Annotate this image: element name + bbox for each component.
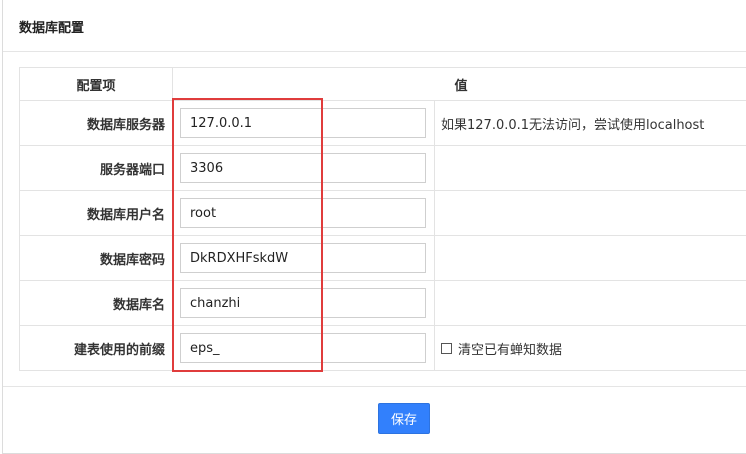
table-row-db-user: 数据库用户名 bbox=[19, 190, 746, 236]
footer-divider bbox=[3, 386, 746, 387]
table-row-table-prefix: 建表使用的前缀 清空已有蝉知数据 bbox=[19, 325, 746, 371]
table-prefix-input[interactable] bbox=[180, 333, 426, 363]
header-config-item: 配置项 bbox=[19, 67, 173, 101]
clear-data-cell: 清空已有蝉知数据 bbox=[433, 325, 746, 371]
db-user-hint bbox=[433, 190, 746, 236]
db-password-label: 数据库密码 bbox=[19, 235, 173, 281]
db-user-input[interactable] bbox=[180, 198, 426, 228]
db-host-label: 数据库服务器 bbox=[19, 100, 173, 146]
config-table: 配置项 值 数据库服务器 如果127.0.0.1无法访问，尝试使用localho… bbox=[19, 67, 746, 371]
table-row-db-name: 数据库名 bbox=[19, 280, 746, 326]
db-name-input[interactable] bbox=[180, 288, 426, 318]
db-host-input[interactable] bbox=[180, 108, 426, 138]
table-prefix-label: 建表使用的前缀 bbox=[19, 325, 173, 371]
clear-data-text: 清空已有蝉知数据 bbox=[458, 342, 563, 358]
clear-data-checkbox-label[interactable]: 清空已有蝉知数据 bbox=[441, 339, 746, 358]
table-row-db-port: 服务器端口 bbox=[19, 145, 746, 191]
header-value: 值 bbox=[171, 67, 746, 101]
table-row-db-password: 数据库密码 bbox=[19, 235, 746, 281]
db-port-label: 服务器端口 bbox=[19, 145, 173, 191]
title-divider bbox=[3, 51, 746, 52]
db-name-hint bbox=[433, 280, 746, 326]
db-password-hint bbox=[433, 235, 746, 281]
db-name-label: 数据库名 bbox=[19, 280, 173, 326]
table-row-db-host: 数据库服务器 如果127.0.0.1无法访问，尝试使用localhost bbox=[19, 100, 746, 146]
db-port-input[interactable] bbox=[180, 153, 426, 183]
db-config-panel: 数据库配置 配置项 值 数据库服务器 如果127.0.0.1无法访问，尝试使用l… bbox=[2, 0, 746, 454]
save-button[interactable]: 保存 bbox=[378, 403, 430, 434]
db-port-hint bbox=[433, 145, 746, 191]
table-header-row: 配置项 值 bbox=[19, 67, 746, 101]
panel-title: 数据库配置 bbox=[19, 21, 85, 36]
clear-data-checkbox[interactable] bbox=[441, 342, 452, 354]
db-host-hint: 如果127.0.0.1无法访问，尝试使用localhost bbox=[433, 100, 746, 146]
db-user-label: 数据库用户名 bbox=[19, 190, 173, 236]
db-password-input[interactable] bbox=[180, 243, 426, 273]
